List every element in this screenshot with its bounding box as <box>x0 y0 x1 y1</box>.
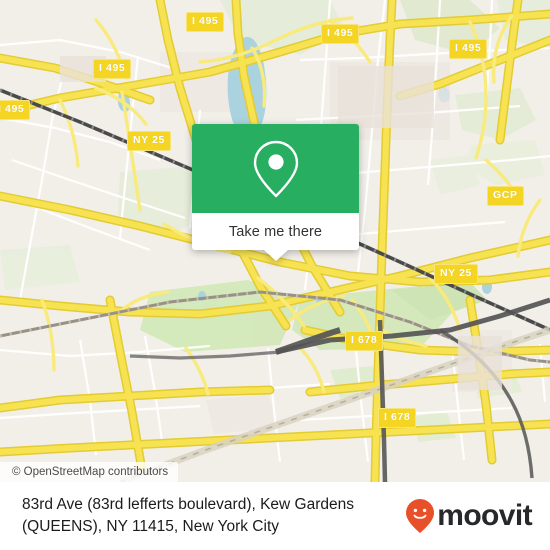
popup-footer[interactable]: Take me there <box>192 213 359 261</box>
popup-header <box>192 124 359 213</box>
shield-ny25-1: NY 25 <box>127 131 171 151</box>
moovit-location-map-screen: I 495 I 495 I 495 I 495 I 495 NY 25 GCP … <box>0 0 550 550</box>
moovit-wordmark: moovit <box>437 499 532 532</box>
shield-i495-1: I 495 <box>186 12 225 32</box>
map-pin-icon <box>253 140 298 197</box>
moovit-logo[interactable]: moovit <box>405 498 550 534</box>
shield-i495-4: I 495 <box>93 59 132 79</box>
popup-pointer-tail <box>263 250 288 261</box>
shield-i495-2: I 495 <box>321 24 360 44</box>
take-me-there-label: Take me there <box>228 223 323 240</box>
shield-ny25-2: NY 25 <box>434 264 478 284</box>
address-line-2: (QUEENS), NY 11415, New York City <box>22 518 279 535</box>
shield-gcp: GCP <box>487 186 524 206</box>
address-line-1: 83rd Ave (83rd lefferts boulevard), Kew … <box>22 495 355 513</box>
shield-i495-3: I 495 <box>449 39 488 59</box>
osm-attribution[interactable]: © OpenStreetMap contributors <box>0 462 179 482</box>
map-canvas[interactable]: I 495 I 495 I 495 I 495 I 495 NY 25 GCP … <box>0 0 550 482</box>
shield-i678-1: I 678 <box>345 331 384 351</box>
address-block: 83rd Ave (83rd lefferts boulevard), Kew … <box>0 494 405 539</box>
shield-i678-2: I 678 <box>378 408 417 428</box>
footer-bar: 83rd Ave (83rd lefferts boulevard), Kew … <box>0 482 550 550</box>
moovit-smiley-pin-icon <box>406 499 435 533</box>
location-popup-card[interactable]: Take me there <box>192 124 359 261</box>
shield-i495-5: I 495 <box>0 100 31 120</box>
